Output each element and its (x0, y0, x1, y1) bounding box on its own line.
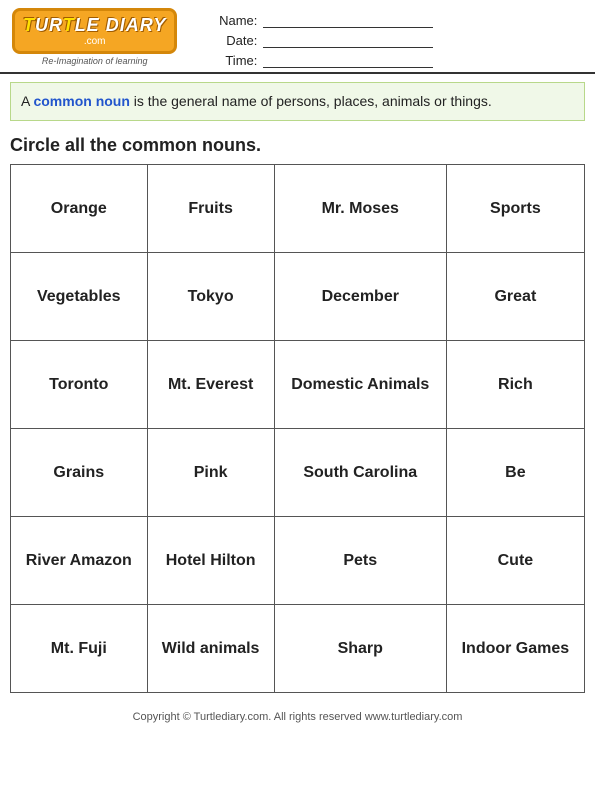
name-row: Name: (217, 12, 583, 28)
table-cell[interactable]: Mt. Fuji (11, 605, 148, 693)
name-fields: Name: Date: Time: (177, 8, 583, 68)
table-cell[interactable]: Sports (446, 165, 584, 253)
logo-dot: .com (84, 36, 106, 47)
table-cell[interactable]: Tokyo (147, 253, 274, 341)
time-row: Time: (217, 52, 583, 68)
table-cell[interactable]: Wild animals (147, 605, 274, 693)
table-row: GrainsPinkSouth CarolinaBe (11, 429, 585, 517)
info-box: A common noun is the general name of per… (10, 82, 585, 121)
time-input[interactable] (263, 52, 433, 68)
table-cell[interactable]: Grains (11, 429, 148, 517)
table-cell[interactable]: Pink (147, 429, 274, 517)
table-cell[interactable]: Toronto (11, 341, 148, 429)
logo-title: TURTLE DIARY (23, 15, 166, 36)
table-cell[interactable]: Cute (446, 517, 584, 605)
table-cell[interactable]: Rich (446, 341, 584, 429)
table-cell[interactable]: Mr. Moses (274, 165, 446, 253)
table-row: VegetablesTokyoDecemberGreat (11, 253, 585, 341)
info-text: is the general name of persons, places, … (130, 93, 492, 109)
table-row: TorontoMt. EverestDomestic AnimalsRich (11, 341, 585, 429)
table-cell[interactable]: River Amazon (11, 517, 148, 605)
logo-box: TURTLE DIARY .com (12, 8, 177, 54)
table-cell[interactable]: Sharp (274, 605, 446, 693)
instruction: Circle all the common nouns. (0, 129, 595, 164)
footer: Copyright © Turtlediary.com. All rights … (0, 701, 595, 733)
date-row: Date: (217, 32, 583, 48)
header: TURTLE DIARY .com Re-Imagination of lear… (0, 0, 595, 74)
name-label: Name: (217, 13, 257, 28)
table-cell[interactable]: South Carolina (274, 429, 446, 517)
table-row: River AmazonHotel HiltonPetsCute (11, 517, 585, 605)
highlight-text: common noun (33, 93, 129, 109)
noun-table: OrangeFruitsMr. MosesSportsVegetablesTok… (10, 164, 585, 693)
table-cell[interactable]: Hotel Hilton (147, 517, 274, 605)
time-label: Time: (217, 53, 257, 68)
table-cell[interactable]: Domestic Animals (274, 341, 446, 429)
table-cell[interactable]: Be (446, 429, 584, 517)
table-cell[interactable]: Orange (11, 165, 148, 253)
name-input[interactable] (263, 12, 433, 28)
table-row: OrangeFruitsMr. MosesSports (11, 165, 585, 253)
logo-sub: Re-Imagination of learning (42, 56, 148, 66)
table-cell[interactable]: Great (446, 253, 584, 341)
table-cell[interactable]: December (274, 253, 446, 341)
table-row: Mt. FujiWild animalsSharpIndoor Games (11, 605, 585, 693)
table-cell[interactable]: Indoor Games (446, 605, 584, 693)
date-label: Date: (217, 33, 257, 48)
date-input[interactable] (263, 32, 433, 48)
table-cell[interactable]: Vegetables (11, 253, 148, 341)
table-cell[interactable]: Pets (274, 517, 446, 605)
table-cell[interactable]: Mt. Everest (147, 341, 274, 429)
logo-area: TURTLE DIARY .com Re-Imagination of lear… (12, 8, 177, 66)
table-cell[interactable]: Fruits (147, 165, 274, 253)
